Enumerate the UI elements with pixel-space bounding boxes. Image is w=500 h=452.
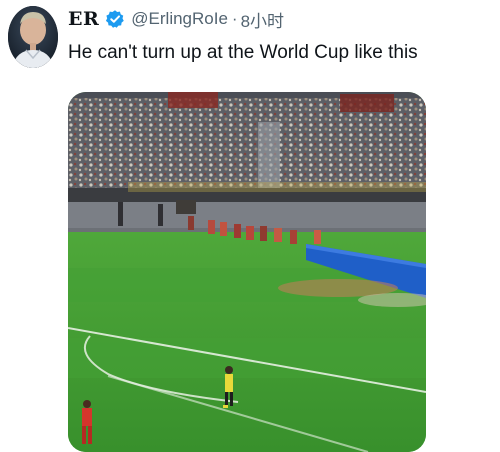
tweet-header: ER @ErlingRoIe · 8小时 (68, 6, 284, 32)
post-timestamp[interactable]: 8小时 (241, 7, 284, 32)
tweet-card[interactable]: ER @ErlingRoIe · 8小时 He can't turn up at… (0, 0, 500, 452)
display-name[interactable]: ER (68, 8, 99, 30)
verified-badge-icon (105, 9, 125, 29)
football-stadium-video[interactable] (68, 92, 426, 452)
avatar[interactable] (8, 6, 58, 68)
user-handle[interactable]: @ErlingRoIe (131, 9, 228, 29)
tweet-text: He can't turn up at the World Cup like t… (68, 42, 418, 63)
header-separator: · (231, 9, 238, 28)
